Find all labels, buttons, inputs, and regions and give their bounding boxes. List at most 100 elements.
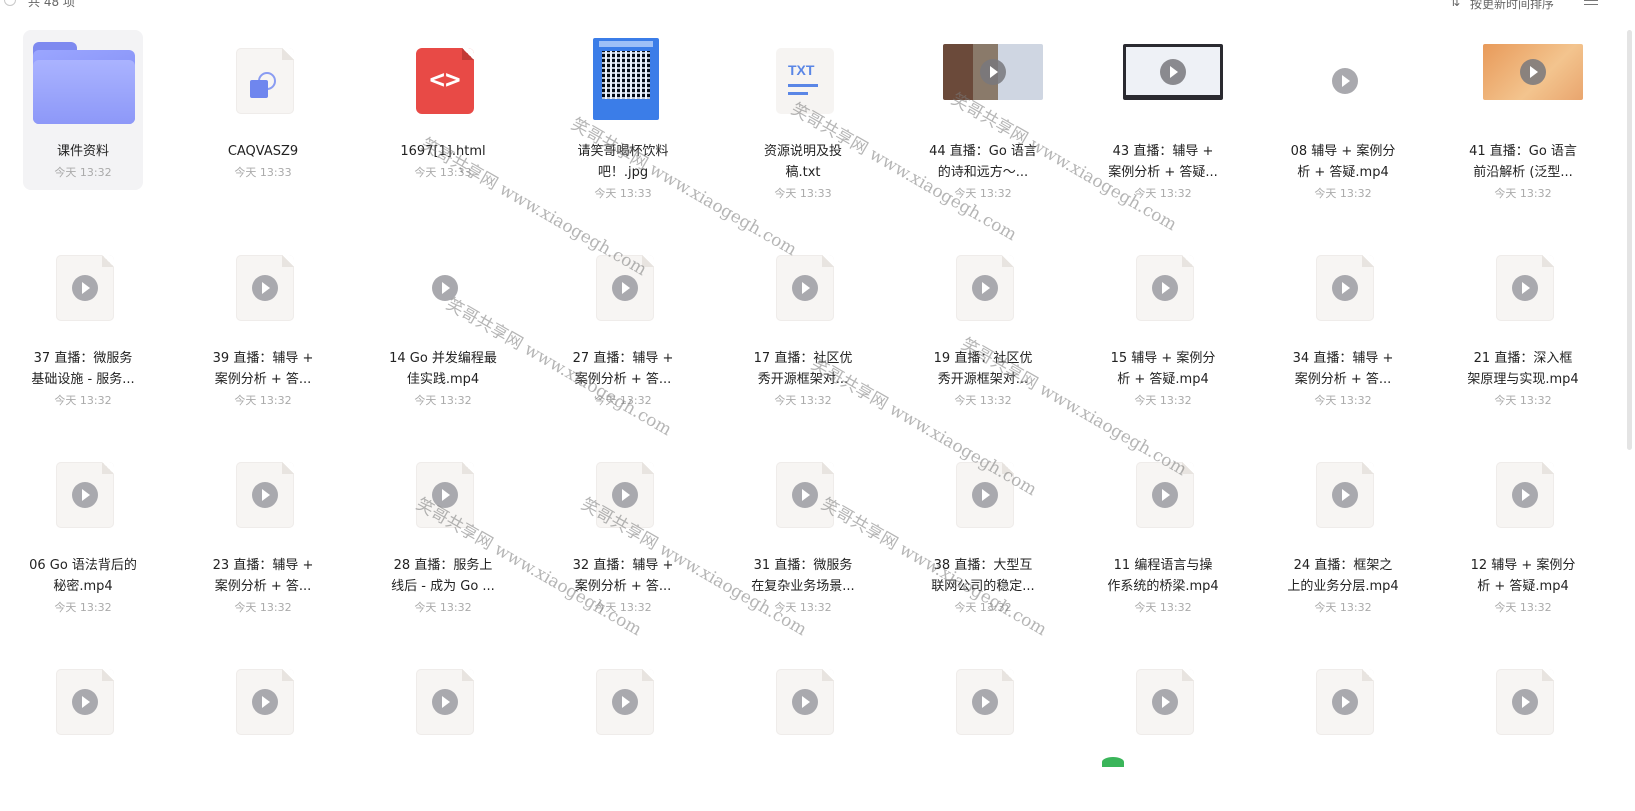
modified-time: 今天 13:32 (594, 394, 652, 407)
file-item[interactable]: 37 直播：微服务 基础设施 - 服务... 今天 13:32 (23, 237, 143, 407)
file-item[interactable]: 08 辅导 + 案例分析 + 答疑.mp4 今天 13:32 (1283, 30, 1403, 200)
qr-code-image (593, 38, 659, 120)
play-icon (432, 482, 458, 508)
file-name: 14 Go 并发编程最 (389, 351, 497, 366)
modified-time: 今天 13:32 (1134, 601, 1192, 614)
file-name: 27 直播：辅导 + (572, 351, 674, 366)
file-item[interactable]: 27 直播：辅导 + 案例分析 + 答... 今天 13:32 (563, 237, 683, 407)
file-name: 12 辅导 + 案例分 (1470, 558, 1576, 573)
file-name: 41 直播：Go 语言 (1469, 144, 1577, 159)
file-name: 44 直播：Go 语言 (929, 144, 1037, 159)
file-item[interactable]: 24 直播：框架之 上的业务分层.mp4 今天 13:32 (1283, 444, 1403, 614)
modified-time: 今天 13:32 (954, 601, 1012, 614)
video-thumbnail (1483, 44, 1583, 100)
file-item[interactable] (1463, 651, 1583, 811)
file-name-line2: 基础设施 - 服务... (31, 372, 135, 387)
file-item[interactable]: 23 直播：辅导 + 案例分析 + 答... 今天 13:32 (203, 444, 323, 614)
file-name: 17 直播：社区优 (753, 351, 853, 366)
file-name-line2: 吧！.jpg (597, 165, 649, 180)
file-name: 11 编程语言与操 (1113, 558, 1213, 573)
file-item[interactable]: 21 直播：深入框 架原理与实现.mp4 今天 13:32 (1463, 237, 1583, 407)
file-item[interactable]: 17 直播：社区优 秀开源框架对... 今天 13:32 (743, 237, 863, 407)
play-icon (792, 689, 818, 715)
file-name: 1697[1].html (400, 144, 486, 159)
scrollbar[interactable] (1627, 30, 1632, 450)
file-name-line2: 的诗和远方～... (937, 165, 1029, 180)
modified-time: 今天 13:32 (414, 601, 472, 614)
folder-item[interactable]: 课件资料 今天 13:32 (23, 30, 143, 190)
file-item[interactable]: TXT 资源说明及投 稿.txt 今天 13:33 (743, 30, 863, 200)
select-all-checkbox[interactable] (4, 0, 16, 6)
file-item[interactable] (23, 651, 143, 811)
file-item[interactable]: 41 直播：Go 语言 前沿解析 (泛型... 今天 13:32 (1463, 30, 1583, 200)
file-item[interactable]: 14 Go 并发编程最 佳实践.mp4 今天 13:32 (383, 237, 503, 407)
file-name: 38 直播：大型互 (933, 558, 1033, 573)
play-icon (612, 275, 638, 301)
file-item[interactable]: 15 辅导 + 案例分析 + 答疑.mp4 今天 13:32 (1103, 237, 1223, 407)
file-item[interactable]: 34 直播：辅导 + 案例分析 + 答... 今天 13:32 (1283, 237, 1403, 407)
file-item[interactable]: 请笑哥喝杯饮料 吧！.jpg 今天 13:33 (563, 30, 683, 200)
file-name-line2: 秀开源框架对... (937, 372, 1029, 387)
play-icon (1512, 275, 1538, 301)
file-name-line2: 前沿解析 (泛型... (1473, 165, 1573, 180)
play-icon (72, 689, 98, 715)
video-thumbnail (943, 44, 1043, 100)
file-item[interactable] (563, 651, 683, 811)
file-item[interactable]: CAQVASZ9 今天 13:33 (203, 30, 323, 190)
file-name: 24 直播：框架之 (1293, 558, 1393, 573)
sort-button[interactable]: 按更新时间排序 (1470, 0, 1554, 12)
play-icon (792, 482, 818, 508)
file-item[interactable]: 11 编程语言与操 作系统的桥梁.mp4 今天 13:32 (1103, 444, 1223, 614)
modified-time: 今天 13:32 (1314, 394, 1372, 407)
list-view-icon[interactable] (1584, 0, 1598, 5)
video-thumbnail (1123, 44, 1223, 100)
file-item[interactable] (923, 651, 1043, 811)
file-name: 43 直播：辅导 + (1112, 144, 1214, 159)
txt-file-icon: TXT (776, 48, 834, 114)
sort-icon[interactable]: ⇅ (1450, 0, 1460, 9)
file-name-line2: 线后 - 成为 Go ... (391, 579, 495, 594)
play-icon (972, 689, 998, 715)
file-name: 28 直播：服务上 (393, 558, 493, 573)
modified-time: 今天 13:32 (234, 394, 292, 407)
modified-time: 今天 13:32 (1494, 601, 1552, 614)
file-name-line2: 案例分析 + 答... (214, 372, 312, 387)
play-icon (252, 689, 278, 715)
modified-time: 今天 13:32 (54, 166, 112, 179)
file-item[interactable] (1103, 651, 1223, 811)
play-icon (1512, 689, 1538, 715)
app-shape-icon (250, 72, 280, 102)
modified-time: 今天 13:32 (1134, 187, 1192, 200)
file-item[interactable] (1283, 651, 1403, 811)
file-name-line2: 析 + 答疑.mp4 (1297, 165, 1389, 180)
play-icon (1332, 689, 1358, 715)
file-item[interactable]: 31 直播：微服务 在复杂业务场景... 今天 13:32 (743, 444, 863, 614)
modified-time: 今天 13:32 (1494, 187, 1552, 200)
file-item[interactable]: 39 直播：辅导 + 案例分析 + 答... 今天 13:32 (203, 237, 323, 407)
modified-time: 今天 13:32 (1314, 187, 1372, 200)
file-name: 请笑哥喝杯饮料 (577, 144, 669, 159)
file-item[interactable]: <> 1697[1].html 今天 13:33 (383, 30, 503, 190)
file-item[interactable]: 38 直播：大型互 联网公司的稳定... 今天 13:32 (923, 444, 1043, 614)
file-name-line2: 作系统的桥梁.mp4 (1107, 579, 1219, 594)
file-item[interactable]: 19 直播：社区优 秀开源框架对... 今天 13:32 (923, 237, 1043, 407)
file-name: 资源说明及投 (763, 144, 842, 159)
file-name: CAQVASZ9 (227, 144, 299, 159)
file-item[interactable]: 32 直播：辅导 + 案例分析 + 答... 今天 13:32 (563, 444, 683, 614)
file-item[interactable]: 28 直播：服务上 线后 - 成为 Go ... 今天 13:32 (383, 444, 503, 614)
modified-time: 今天 13:32 (234, 601, 292, 614)
play-icon (612, 482, 638, 508)
floating-button[interactable] (1102, 757, 1124, 767)
play-icon (252, 275, 278, 301)
file-item[interactable] (743, 651, 863, 811)
file-item[interactable]: 43 直播：辅导 + 案例分析 + 答疑... 今天 13:32 (1103, 30, 1223, 200)
file-item[interactable]: 44 直播：Go 语言 的诗和远方～... 今天 13:32 (923, 30, 1043, 200)
file-item[interactable] (203, 651, 323, 811)
file-name-line2: 架原理与实现.mp4 (1467, 372, 1579, 387)
file-item[interactable]: 12 辅导 + 案例分析 + 答疑.mp4 今天 13:32 (1463, 444, 1583, 614)
file-item[interactable] (383, 651, 503, 811)
play-icon (972, 482, 998, 508)
file-name-line2: 上的业务分层.mp4 (1287, 579, 1399, 594)
item-count: 共 48 项 (28, 0, 75, 9)
file-item[interactable]: 06 Go 语法背后的 秘密.mp4 今天 13:32 (23, 444, 143, 614)
